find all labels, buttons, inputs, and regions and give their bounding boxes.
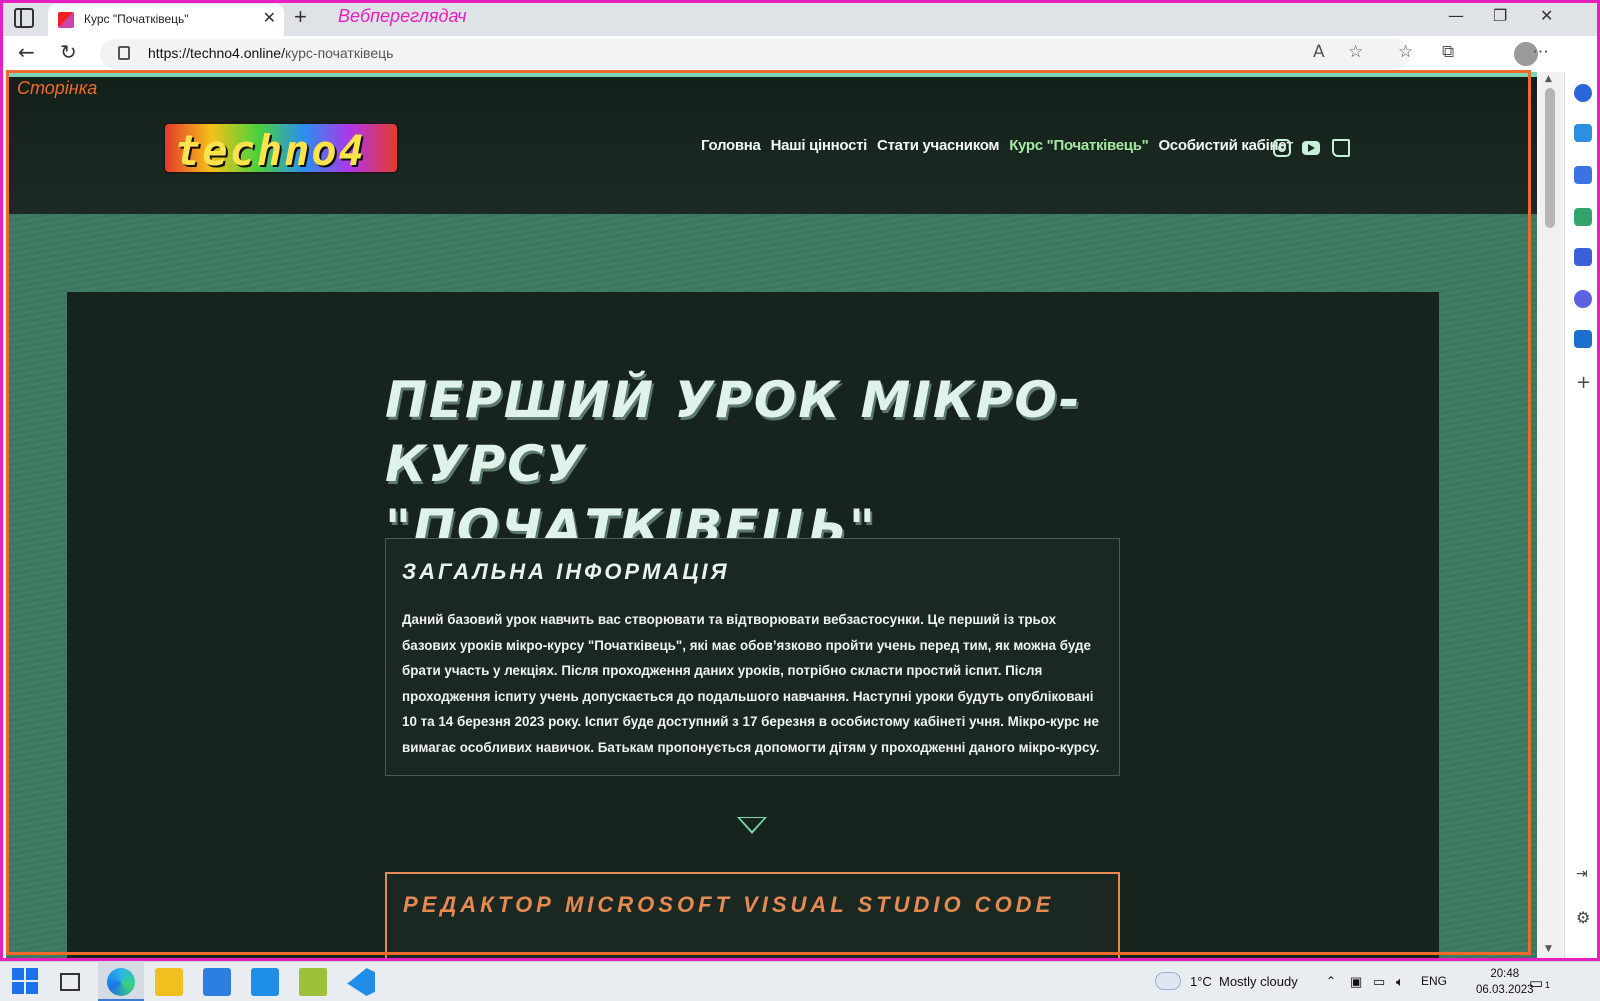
tab-title: Курс "Початківець" — [84, 12, 189, 26]
games-icon[interactable] — [1574, 248, 1592, 266]
nav-item-join[interactable]: Стати учасником — [877, 137, 999, 154]
collections-icon[interactable]: ⧉ — [1442, 42, 1454, 62]
windows-taskbar: 1°C Mostly cloudy ⌃ ▣ ▭ 🔈︎ ENG 20:48 06.… — [0, 961, 1600, 1001]
read-aloud-icon[interactable]: A — [1313, 42, 1325, 62]
task-view-icon[interactable] — [60, 973, 80, 991]
page-scrollbar[interactable]: ▲ ▼ — [1540, 72, 1560, 959]
scroll-up-icon[interactable]: ▲ — [1545, 74, 1552, 84]
weather-temp[interactable]: 1°C — [1190, 974, 1212, 989]
add-sidebar-app-icon[interactable]: + — [1576, 372, 1591, 393]
webcam-icon[interactable]: ▣ — [1350, 974, 1362, 990]
edge-sidebar: + ⇥ ⚙ — [1564, 72, 1600, 959]
vscode-icon[interactable] — [347, 968, 375, 996]
tab-strip: Курс "Початківець" ✕ + Вебпереглядач — ❐… — [0, 0, 1600, 36]
clock[interactable]: 20:48 06.03.2023 — [1476, 966, 1534, 998]
browser-tab-active[interactable]: Курс "Початківець" ✕ — [48, 4, 284, 36]
edge-browser-icon[interactable] — [107, 968, 135, 996]
page-title: ПЕРШИЙ УРОК МІКРО-КУРСУ "ПОЧАТКІВЕЦЬ" — [385, 371, 1082, 557]
twitch-icon[interactable] — [1332, 139, 1350, 157]
close-window-button[interactable]: ✕ — [1540, 6, 1553, 25]
office-icon[interactable] — [1574, 290, 1592, 308]
weather-cloud-icon — [1155, 972, 1181, 990]
mail-icon[interactable] — [251, 968, 279, 996]
bing-chat-icon[interactable] — [1574, 124, 1592, 142]
hide-sidebar-icon[interactable]: ⇥ — [1576, 866, 1588, 882]
windows-start-icon[interactable] — [12, 968, 40, 996]
tab-actions-icon[interactable] — [14, 8, 34, 28]
add-favorite-icon[interactable]: ☆ — [1348, 42, 1363, 62]
network-icon[interactable]: ▭ — [1373, 974, 1385, 990]
chevron-up-icon[interactable]: ⌃ — [1326, 974, 1336, 988]
nav-item-home[interactable]: Головна — [701, 137, 761, 154]
more-menu-icon[interactable]: ⋯ — [1532, 42, 1549, 62]
logo-text: techno4 — [175, 126, 367, 175]
info-card-heading: ЗАГАЛЬНА ІНФОРМАЦІЯ — [402, 559, 730, 584]
page-annotation-label: Сторінка — [17, 78, 98, 98]
maximize-button[interactable]: ❐ — [1493, 6, 1507, 25]
url-input[interactable]: https://techno4.online/курс-початківець — [100, 39, 1410, 69]
microsoft-store-icon[interactable] — [203, 968, 231, 996]
site-logo[interactable]: techno4 — [163, 122, 399, 175]
scroll-thumb[interactable] — [1545, 88, 1555, 228]
new-tab-button[interactable]: + — [294, 4, 307, 30]
shopping-tag-icon[interactable] — [1574, 166, 1592, 184]
outlook-icon[interactable] — [1574, 330, 1592, 348]
tools-icon[interactable] — [1574, 208, 1592, 226]
general-info-card: ЗАГАЛЬНА ІНФОРМАЦІЯ Даний базовий урок н… — [385, 538, 1120, 776]
search-icon[interactable] — [1574, 84, 1592, 102]
minimize-button[interactable]: — — [1448, 6, 1464, 25]
refresh-icon[interactable]: ↻ — [60, 40, 77, 64]
clock-time: 20:48 — [1490, 968, 1520, 980]
lambda-app-icon[interactable] — [299, 968, 327, 996]
notifications-icon[interactable]: ▭ — [1529, 974, 1543, 992]
clock-date: 06.03.2023 — [1476, 984, 1534, 996]
browser-annotation-label: Вебпереглядач — [338, 6, 467, 26]
chevron-down-icon[interactable] — [737, 817, 767, 834]
favorites-icon[interactable]: ☆ — [1398, 42, 1413, 62]
nav-item-values[interactable]: Наші цінності — [771, 137, 868, 154]
url-text: https://techno4.online/курс-початківець — [148, 45, 394, 61]
web-page: techno4 Головна Наші цінності Стати учас… — [6, 72, 1537, 959]
info-card-body: Даний базовий урок навчить вас створюват… — [402, 612, 1100, 755]
tab-close-icon[interactable]: ✕ — [263, 8, 276, 27]
vscode-section-heading: РЕДАКТОР MICROSOFT VISUAL STUDIO CODE — [403, 892, 1055, 917]
site-favicon-icon — [58, 12, 74, 28]
volume-icon[interactable]: 🔈︎ — [1396, 974, 1404, 990]
vscode-section-card: РЕДАКТОР MICROSOFT VISUAL STUDIO CODE — [385, 872, 1120, 959]
language-indicator[interactable]: ENG — [1421, 974, 1447, 988]
lock-icon[interactable] — [118, 46, 130, 60]
youtube-icon[interactable] — [1302, 141, 1320, 155]
main-content: ПЕРШИЙ УРОК МІКРО-КУРСУ "ПОЧАТКІВЕЦЬ" ЗА… — [67, 292, 1439, 959]
scroll-down-icon[interactable]: ▼ — [1545, 944, 1552, 954]
site-header: techno4 Головна Наші цінності Стати учас… — [6, 77, 1537, 214]
main-nav: Головна Наші цінності Стати учасником Ку… — [701, 137, 1293, 154]
back-arrow-icon[interactable]: ← — [18, 40, 35, 64]
weather-text[interactable]: Mostly cloudy — [1219, 974, 1298, 989]
instagram-icon[interactable] — [1273, 139, 1291, 157]
address-bar-row: ← ↻ https://techno4.online/курс-початків… — [0, 36, 1600, 72]
notification-count: 1 — [1545, 980, 1551, 990]
file-explorer-icon[interactable] — [155, 968, 183, 996]
nav-item-course[interactable]: Курс "Початківець" — [1009, 137, 1149, 154]
gear-icon[interactable]: ⚙ — [1576, 908, 1590, 927]
